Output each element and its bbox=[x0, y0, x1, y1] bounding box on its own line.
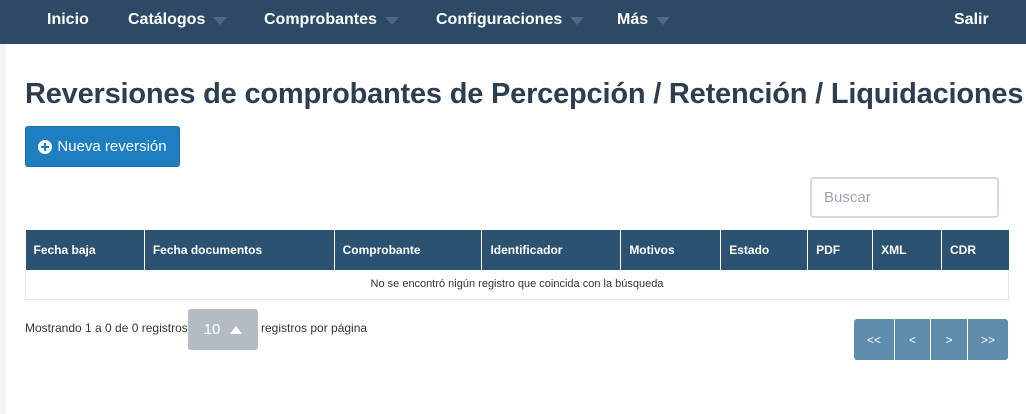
page-title: Reversiones de comprobantes de Percepció… bbox=[25, 78, 1024, 110]
nav-item-label: Más bbox=[617, 11, 649, 28]
nav-item-mas[interactable]: Más bbox=[617, 0, 671, 40]
nav-item-configuraciones[interactable]: Configuraciones bbox=[436, 0, 585, 40]
chevron-down-icon bbox=[656, 17, 671, 25]
column-header-xml[interactable]: XML bbox=[872, 230, 942, 270]
plus-circle-icon bbox=[38, 139, 53, 154]
left-rail bbox=[0, 44, 6, 414]
column-header-fecha-baja[interactable]: Fecha baja bbox=[25, 230, 145, 270]
column-header-comprobante[interactable]: Comprobante bbox=[334, 230, 483, 270]
reversions-table: Fecha baja Fecha documentos Comprobante … bbox=[25, 230, 1009, 300]
caret-up-icon bbox=[230, 325, 243, 334]
first-page-button[interactable]: << bbox=[854, 319, 895, 360]
column-header-pdf[interactable]: PDF bbox=[807, 230, 874, 270]
logout-label: Salir bbox=[954, 11, 989, 28]
nav-item-label: Catálogos bbox=[128, 11, 206, 28]
column-header-motivos[interactable]: Motivos bbox=[620, 230, 722, 270]
chevron-down-icon bbox=[384, 17, 399, 25]
per-page-label: registros por página bbox=[261, 321, 368, 335]
logout-link[interactable]: Salir bbox=[954, 0, 989, 40]
page-size-dropdown[interactable]: 10 bbox=[188, 309, 258, 350]
last-page-button[interactable]: >> bbox=[968, 319, 1008, 360]
search-input[interactable] bbox=[810, 177, 999, 218]
new-reversion-button[interactable]: Nueva reversión bbox=[25, 126, 180, 167]
column-header-fecha-documentos[interactable]: Fecha documentos bbox=[144, 230, 335, 270]
table-header-row: Fecha baja Fecha documentos Comprobante … bbox=[25, 230, 1009, 270]
nav-item-label: Configuraciones bbox=[436, 11, 563, 28]
prev-page-button[interactable]: < bbox=[895, 319, 931, 360]
column-header-cdr[interactable]: CDR bbox=[941, 230, 1009, 270]
column-header-estado[interactable]: Estado bbox=[720, 230, 809, 270]
chevron-down-icon bbox=[570, 17, 585, 25]
top-navbar: Inicio Catálogos Comprobantes Configurac… bbox=[0, 0, 1026, 44]
nav-item-label: Inicio bbox=[47, 11, 89, 28]
new-reversion-label: Nueva reversión bbox=[57, 138, 167, 155]
empty-message: No se encontró nigún registro que coinci… bbox=[25, 270, 1009, 300]
column-header-identificador[interactable]: Identificador bbox=[481, 230, 622, 270]
next-page-button[interactable]: > bbox=[931, 319, 968, 360]
nav-item-comprobantes[interactable]: Comprobantes bbox=[264, 0, 399, 40]
nav-item-catalogos[interactable]: Catálogos bbox=[128, 0, 228, 40]
records-summary: Mostrando 1 a 0 de 0 registros bbox=[25, 321, 188, 335]
nav-item-inicio[interactable]: Inicio bbox=[47, 0, 89, 40]
nav-item-label: Comprobantes bbox=[264, 11, 377, 28]
table-empty-row: No se encontró nigún registro que coinci… bbox=[25, 270, 1009, 300]
pagination-controls: << < > >> bbox=[854, 319, 1008, 360]
chevron-down-icon bbox=[213, 17, 228, 25]
page-size-value: 10 bbox=[203, 321, 221, 338]
